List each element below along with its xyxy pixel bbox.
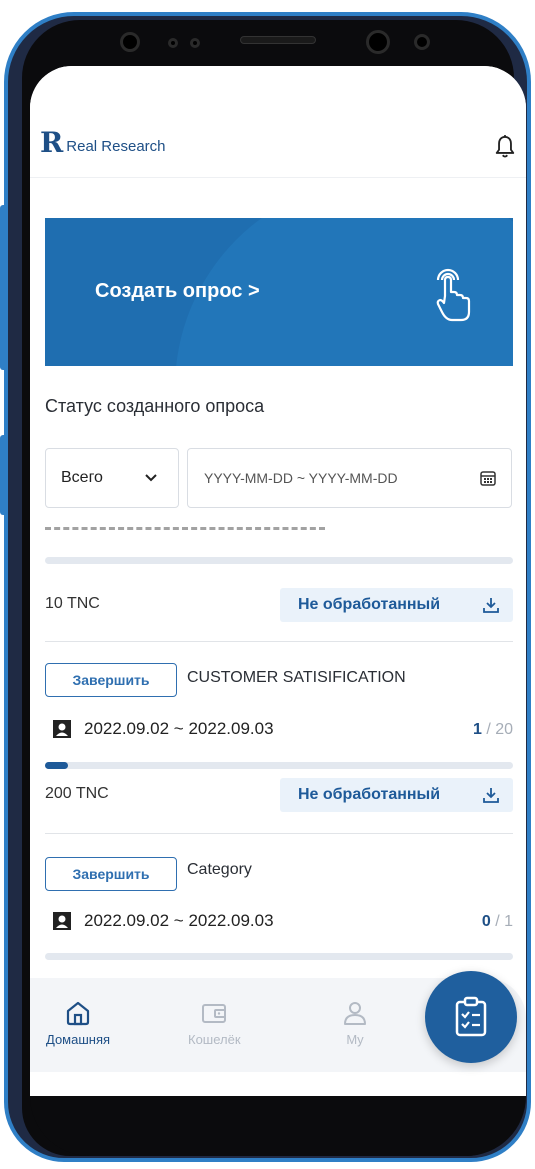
nav-label-home: Домашняя [46, 1032, 111, 1047]
survey-date-row-partial [45, 521, 513, 541]
nav-label-my: My [346, 1032, 364, 1047]
survey-reward: 200 TNC [45, 785, 109, 802]
nav-item-wallet[interactable]: Кошелёк [188, 1000, 241, 1047]
phone-chin [30, 1096, 526, 1156]
survey-progress-fill [45, 762, 69, 769]
download-icon [483, 788, 499, 803]
survey-date-row: 2022.09.02 ~ 2022.09.03 [52, 911, 274, 931]
nav-label-wallet: Кошелёк [188, 1032, 241, 1047]
camera-lens-icon [414, 34, 430, 50]
response-count-current: 1 [472, 721, 482, 738]
survey-name: CUSTOMER SATISIFICATION [187, 669, 406, 686]
finish-survey-button[interactable]: Завершить [45, 857, 177, 891]
date-range-input[interactable]: YYYY-MM-DD ~ YYYY-MM-DD [187, 448, 512, 508]
app-screen: R Real Research Создать опрос > Статус с… [30, 66, 526, 1096]
wallet-icon [202, 1004, 227, 1023]
nav-item-my[interactable]: My [342, 1000, 368, 1047]
status-download-button[interactable]: Не обработанный [280, 588, 513, 622]
phone-side-button-volume [0, 205, 8, 370]
status-filter-select[interactable]: Всего [45, 448, 179, 508]
status-download-button[interactable]: Не обработанный [280, 778, 513, 812]
logo-mark: R [40, 126, 63, 159]
survey-name: Category [187, 861, 252, 878]
scrolled-text-fragment [45, 527, 325, 531]
person-icon [344, 1002, 366, 1025]
front-camera-icon [120, 32, 140, 52]
home-icon [66, 1001, 90, 1026]
download-icon [483, 598, 499, 613]
response-count: 1 / 20 [473, 721, 513, 739]
response-count-total: / 20 [486, 721, 513, 738]
app-header: R Real Research [30, 66, 526, 178]
status-label: Не обработанный [298, 596, 441, 613]
survey-progress-bar [45, 762, 513, 769]
phone-side-button-power [0, 435, 8, 515]
sensor-icon [168, 38, 178, 48]
response-count-current: 0 [481, 913, 491, 930]
create-survey-label: Создать опрос > [95, 280, 260, 302]
list-divider [45, 833, 513, 834]
person-badge-icon [53, 720, 71, 738]
person-badge-icon [53, 912, 71, 930]
earpiece-speaker [240, 36, 316, 44]
notification-bell-icon[interactable] [494, 134, 516, 160]
survey-reward: 10 TNC [45, 595, 100, 612]
camera-lens-icon [366, 30, 390, 54]
calendar-icon[interactable] [479, 469, 497, 487]
logo-text: Real Research [66, 138, 166, 155]
survey-dates: 2022.09.02 ~ 2022.09.03 [84, 719, 274, 738]
list-divider [45, 641, 513, 642]
status-filter-value: Всего [61, 469, 103, 486]
chevron-down-icon [145, 474, 157, 482]
survey-list[interactable]: 10 TNC Не обработанный Завершить CUSTOME… [30, 521, 526, 1021]
response-count: 0 / 1 [482, 913, 513, 931]
survey-checklist-icon [455, 996, 487, 1037]
nav-item-home[interactable]: Домашняя [46, 1000, 110, 1047]
finish-survey-button[interactable]: Завершить [45, 663, 177, 697]
survey-dates: 2022.09.02 ~ 2022.09.03 [84, 911, 274, 930]
app-logo[interactable]: R Real Research [40, 126, 166, 159]
tap-hand-icon [436, 268, 471, 322]
survey-progress-bar [45, 557, 513, 564]
survey-status-title: Статус созданного опроса [45, 396, 265, 416]
response-count-total: / 1 [495, 913, 513, 930]
sensor-icon [190, 38, 200, 48]
survey-progress-bar [45, 953, 513, 960]
survey-fab-button[interactable] [425, 971, 517, 1063]
status-label: Не обработанный [298, 786, 441, 803]
survey-date-row: 2022.09.02 ~ 2022.09.03 [52, 719, 274, 739]
date-range-placeholder: YYYY-MM-DD ~ YYYY-MM-DD [204, 470, 398, 486]
create-survey-banner[interactable]: Создать опрос > [45, 218, 513, 366]
